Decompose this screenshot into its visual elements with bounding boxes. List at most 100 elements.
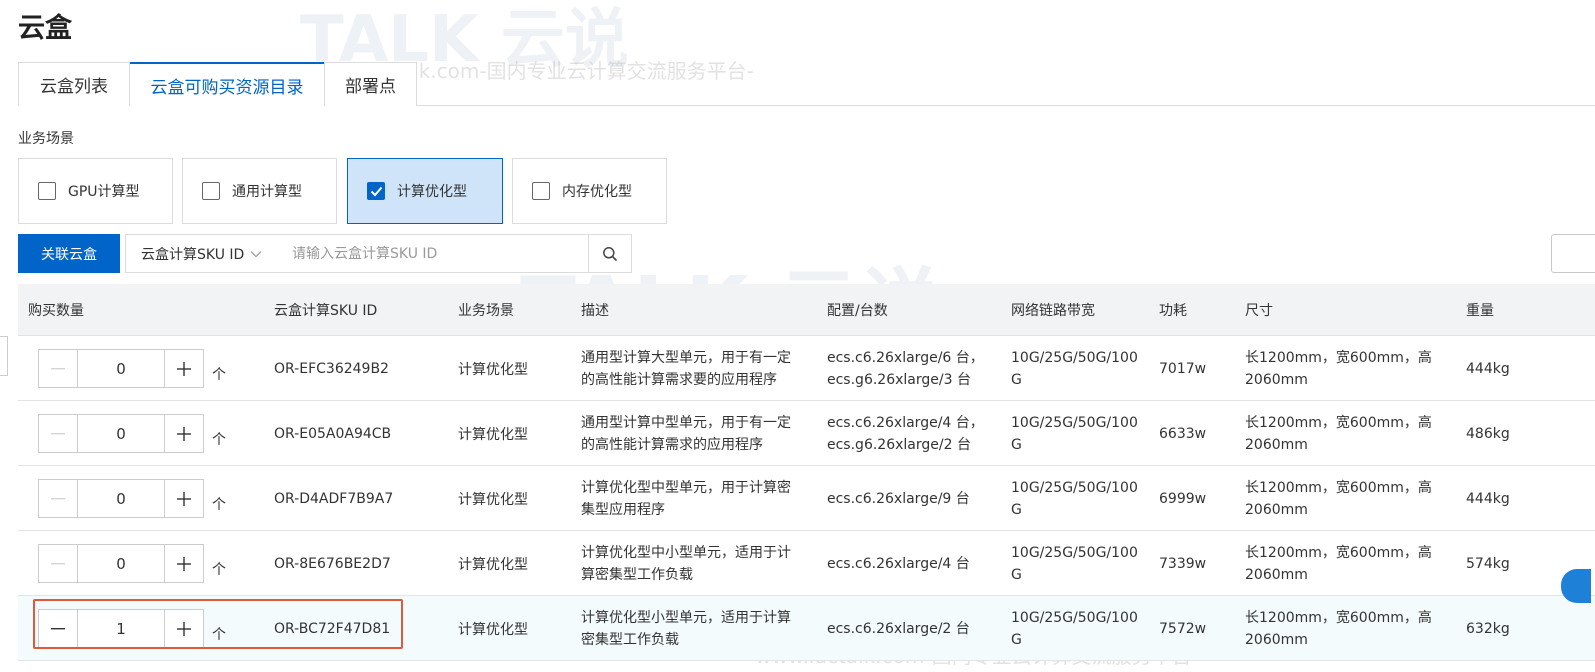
size-cell: 长1200mm，宽600mm，高 2060mm [1245,414,1432,453]
decrement-button[interactable] [38,544,78,583]
cropped-control[interactable] [1551,234,1595,273]
table-row-selected: 1 个 OR-BC72F47D81 计算优化型 计算优化型小型单元，适用于计算密… [18,596,1595,661]
quantity-unit: 个 [212,562,226,578]
quantity-unit: 个 [212,432,226,448]
search-icon [603,246,618,261]
power-cell: 6999w [1159,490,1207,507]
scene-option-label: 计算优化型 [397,184,467,200]
scene-option-general[interactable]: 通用计算型 [182,158,337,224]
decrement-button[interactable] [38,414,78,453]
weight-cell: 444kg [1466,490,1510,507]
scene-option-gpu[interactable]: GPU计算型 [18,158,173,224]
increment-button[interactable] [164,414,204,453]
increment-button[interactable] [164,544,204,583]
scene-option-compute-optimized[interactable]: 计算优化型 [347,158,503,224]
scene-option-label: 通用计算型 [232,184,302,200]
column-header: 重量 [1466,303,1494,319]
search-button[interactable] [588,234,632,273]
table-row: 0 个 OR-E05A0A94CB 计算优化型 通用型计算中型单元，用于有一定的… [18,401,1595,466]
quantity-stepper[interactable]: 1 [38,609,204,648]
checkbox[interactable] [532,182,550,200]
sku-id: OR-EFC36249B2 [274,360,389,377]
quantity-value[interactable]: 0 [78,544,164,583]
config-cell: ecs.c6.26xlarge/4 台， ecs.g6.26xlarge/2 台 [827,414,984,453]
tab-deployment-site[interactable]: 部署点 [324,62,417,106]
size-cell: 长1200mm，宽600mm，高 2060mm [1245,609,1432,648]
quantity-stepper[interactable]: 0 [38,544,204,583]
checkbox-checked[interactable] [367,182,385,200]
minus-icon [51,497,65,499]
scene-cell: 计算优化型 [458,361,528,378]
config-cell: ecs.c6.26xlarge/4 台 [827,555,970,572]
chevron-down-icon [250,250,262,257]
power-cell: 7017w [1159,360,1207,377]
plus-icon [177,621,191,636]
scene-option-label: 内存优化型 [562,184,632,200]
tab-label: 云盒可购买资源目录 [150,78,304,98]
sku-id: OR-8E676BE2D7 [274,555,391,572]
quantity-value[interactable]: 0 [78,414,164,453]
quantity-stepper[interactable]: 0 [38,414,204,453]
decrement-button[interactable] [38,609,78,648]
tab-label: 云盒列表 [40,77,108,97]
quantity-value[interactable]: 0 [78,479,164,518]
bandwidth-cell: 10G/25G/50G/100 G [1011,544,1138,583]
tab-box-list[interactable]: 云盒列表 [18,62,130,106]
plus-icon [177,361,191,376]
tab-purchasable-catalog[interactable]: 云盒可购买资源目录 [130,62,324,107]
increment-button[interactable] [164,479,204,518]
quantity-stepper[interactable]: 0 [38,349,204,388]
decrement-button[interactable] [38,349,78,388]
sku-id: OR-D4ADF7B9A7 [274,490,394,507]
checkbox[interactable] [202,182,220,200]
power-cell: 7572w [1159,620,1207,637]
config-cell: ecs.c6.26xlarge/6 台， ecs.g6.26xlarge/3 台 [827,349,984,388]
floating-help-button[interactable] [1561,569,1591,603]
quantity-unit: 个 [212,627,226,643]
weight-cell: 574kg [1466,555,1510,572]
tab-bar: 云盒列表 云盒可购买资源目录 部署点 [18,62,1595,107]
quantity-value[interactable]: 1 [78,609,164,648]
scene-cell: 计算优化型 [458,556,528,573]
decrement-button[interactable] [38,479,78,518]
table-row: 0 个 OR-8E676BE2D7 计算优化型 计算优化型中小型单元，适用于计算… [18,531,1595,596]
description-cell: 通用型计算中型单元，用于有一定 的高性能计算需求的应用程序 [581,414,791,453]
plus-icon [177,556,191,571]
quantity-stepper[interactable]: 0 [38,479,204,518]
column-header: 尺寸 [1245,303,1273,319]
minus-icon [51,562,65,564]
bandwidth-cell: 10G/25G/50G/100 G [1011,349,1138,388]
select-value: 云盒计算SKU ID [141,246,245,263]
size-cell: 长1200mm，宽600mm，高 2060mm [1245,544,1432,583]
table-row: 0 个 OR-EFC36249B2 计算优化型 通用型计算大型单元，用于有一定的… [18,336,1595,401]
column-header: 网络链路带宽 [1011,303,1095,319]
check-icon [370,186,382,196]
increment-button[interactable] [164,349,204,388]
scene-option-memory-optimized[interactable]: 内存优化型 [512,158,667,224]
tab-label: 部署点 [345,77,396,97]
config-cell: ecs.c6.26xlarge/9 台 [827,490,970,507]
sidebar-collapse-handle[interactable] [0,336,8,376]
checkbox[interactable] [38,182,56,200]
quantity-value[interactable]: 0 [78,349,164,388]
config-cell: ecs.c6.26xlarge/2 台 [827,620,970,637]
table-header: 购买数量 云盒计算SKU ID 业务场景 描述 配置/台数 网络链路带宽 功耗 … [18,284,1595,336]
column-header: 配置/台数 [827,303,888,319]
link-cloud-box-button[interactable]: 关联云盒 [18,234,120,273]
power-cell: 7339w [1159,555,1207,572]
plus-icon [177,426,191,441]
scene-cell: 计算优化型 [458,621,528,638]
sku-id: OR-BC72F47D81 [274,620,391,637]
size-cell: 长1200mm，宽600mm，高 2060mm [1245,479,1432,518]
search-input[interactable] [277,234,589,273]
page-title: 云盒 [18,13,72,44]
description-cell: 通用型计算大型单元，用于有一定 的高性能计算需求要的应用程序 [581,349,791,388]
increment-button[interactable] [164,609,204,648]
column-header: 云盒计算SKU ID [274,303,378,319]
description-cell: 计算优化型中小型单元，适用于计 算密集型工作负载 [581,544,791,583]
search-field-select[interactable]: 云盒计算SKU ID [125,234,278,273]
minus-icon [51,432,65,434]
bandwidth-cell: 10G/25G/50G/100 G [1011,414,1138,453]
column-header: 购买数量 [28,303,84,319]
scene-filter-label: 业务场景 [18,131,74,147]
